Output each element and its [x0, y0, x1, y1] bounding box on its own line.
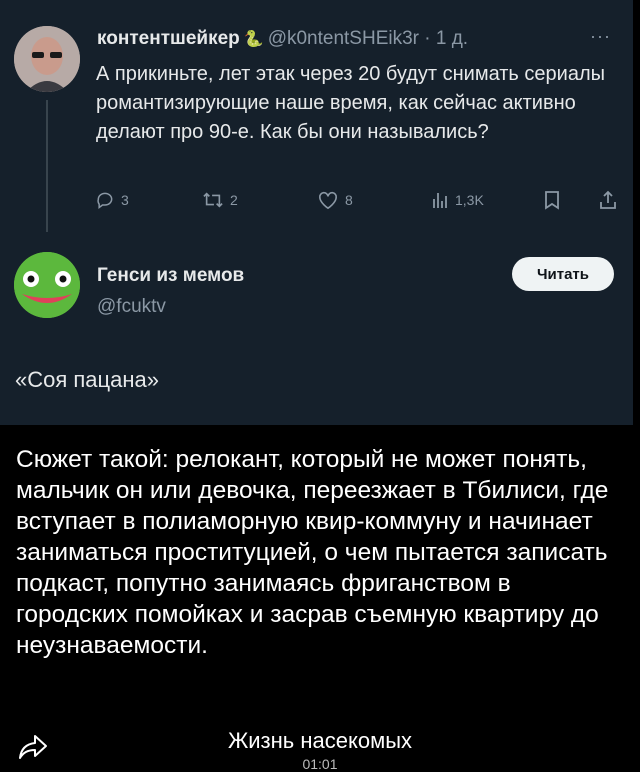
reply-icon — [97, 192, 113, 209]
author-name[interactable]: Генси из мемов — [97, 265, 244, 287]
bookmark-button[interactable] — [543, 190, 561, 210]
audio-time: 01:01 — [302, 756, 338, 772]
audio-title[interactable]: Жизнь насекомых — [0, 728, 640, 754]
thread-line — [46, 100, 48, 232]
tweet-text: «Соя пацана» — [15, 367, 159, 392]
follow-button[interactable]: Читать — [512, 257, 614, 291]
tweet-actions: 3 2 8 1,3K — [95, 190, 635, 218]
snake-badge-icon: 🐍 — [243, 31, 264, 48]
like-count: 8 — [345, 192, 353, 208]
post-caption: Сюжет такой: релокант, который не может … — [16, 446, 609, 659]
share-button[interactable] — [598, 190, 618, 210]
reply-button[interactable]: 3 — [95, 190, 129, 210]
retweet-icon — [203, 192, 223, 208]
author-name[interactable]: контентшейкер — [97, 28, 240, 49]
author-handle[interactable]: @k0ntentSHEik3r — [268, 28, 419, 49]
reply-count: 3 — [121, 192, 129, 208]
tweet-screenshot: контентшейкер 🐍 @k0ntentSHEik3r · 1 д. ···… — [0, 0, 633, 425]
upload-share-icon — [600, 190, 616, 209]
views-button[interactable]: 1,3K — [431, 190, 484, 210]
bookmark-icon — [545, 191, 559, 210]
avatar[interactable] — [14, 252, 80, 318]
views-chart-icon — [433, 193, 447, 208]
panel-edge — [633, 0, 640, 425]
like-button[interactable]: 8 — [317, 190, 353, 210]
tweet-header: контентшейкер 🐍 @k0ntentSHEik3r · 1 д. — [97, 28, 468, 50]
avatar-face-icon — [14, 26, 80, 92]
more-options-icon[interactable]: ··· — [590, 26, 611, 47]
author-handle[interactable]: @fcuktv — [97, 296, 166, 318]
views-count: 1,3K — [455, 192, 484, 208]
retweet-count: 2 — [230, 192, 238, 208]
frog-face-icon — [14, 252, 80, 318]
heart-icon — [319, 191, 337, 210]
separator: · — [424, 28, 431, 49]
tweet-text: А прикиньте, лет этак через 20 будут сни… — [96, 63, 605, 143]
tweet-time[interactable]: 1 д. — [436, 28, 468, 49]
retweet-button[interactable]: 2 — [202, 190, 238, 210]
avatar[interactable] — [14, 26, 80, 92]
